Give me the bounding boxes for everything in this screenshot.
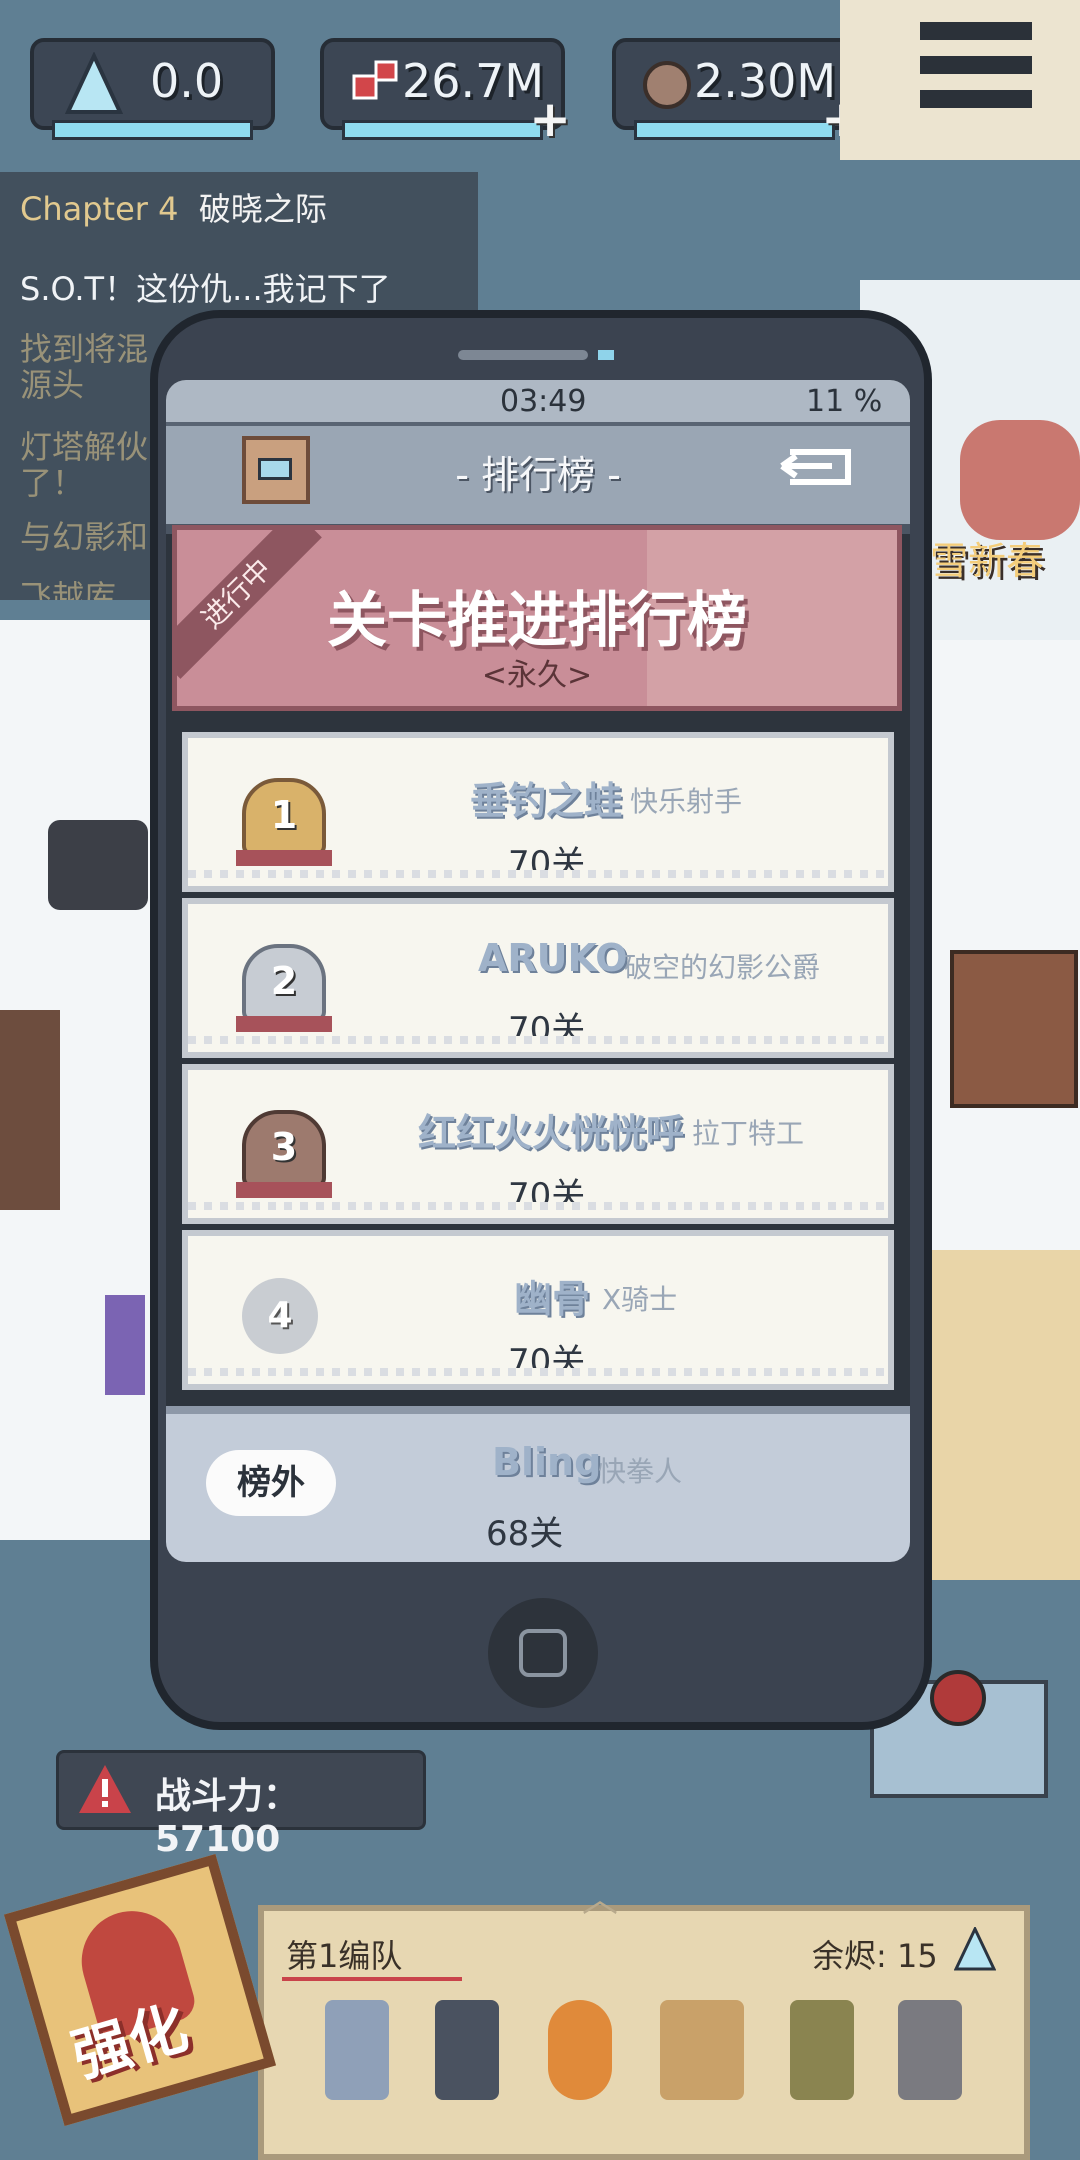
vending-building[interactable] xyxy=(950,950,1078,1108)
ore-counter[interactable]: 2.30M + xyxy=(612,38,863,148)
player-title: 快乐射手 xyxy=(630,785,743,818)
rank-number: 2 xyxy=(270,959,298,1003)
back-arrow-icon xyxy=(780,449,851,485)
back-button[interactable] xyxy=(778,444,860,490)
leaderboard-titlebar: - 排行榜 - xyxy=(166,422,910,534)
home-button[interactable] xyxy=(488,1598,598,1708)
warning-icon xyxy=(79,1765,131,1813)
quest-line-5: 了！ xyxy=(20,464,85,502)
player-name: 红红火火恍恍呼 xyxy=(418,1111,685,1155)
unranked-badge: 榜外 xyxy=(206,1450,336,1516)
add-parts-icon[interactable]: + xyxy=(529,90,571,148)
rank-number: 3 xyxy=(270,1125,298,1169)
ember-bar xyxy=(52,120,253,140)
parts-icon xyxy=(352,60,398,100)
team-member-5[interactable] xyxy=(790,2000,854,2100)
rank-badge-icon: 4 xyxy=(242,1278,318,1354)
status-battery: 11 % xyxy=(806,384,883,419)
parts-counter[interactable]: 26.7M + xyxy=(320,38,571,148)
ore-value: 2.30M xyxy=(694,54,837,108)
phone-camera xyxy=(598,350,614,360)
gold-medal-icon: 1 xyxy=(236,778,332,866)
quest-line-7: 飞越库 xyxy=(20,578,117,600)
expand-chevron-icon[interactable]: ︿ xyxy=(560,1870,640,1920)
player-name: 垂钓之蛙 xyxy=(470,779,623,823)
self-rank-row[interactable]: 榜外 Bling 快拳人 68关 xyxy=(166,1406,910,1562)
leaderboard-banner: 进行中 关卡推进排行榜 <永久> xyxy=(172,525,902,711)
quest-line-3: 源头 xyxy=(20,366,85,404)
quest-line-1: S.O.T！这份仇...我记下了 xyxy=(20,270,391,308)
player-name: ARUKO xyxy=(478,936,628,980)
chapter-number: Chapter 4 xyxy=(20,190,179,228)
banner-subtitle: <永久> xyxy=(481,658,593,693)
parts-value: 26.7M xyxy=(402,54,545,108)
player-level: 68关 xyxy=(486,1514,564,1554)
phone-speaker xyxy=(458,350,588,360)
combat-power-label: 战斗力：57100 xyxy=(155,1776,300,1860)
team-member-1[interactable] xyxy=(325,2000,389,2100)
rank-number: 4 xyxy=(267,1295,293,1336)
ember-count: 余烬: 15 xyxy=(812,1937,938,1975)
team-member-4[interactable] xyxy=(660,2000,744,2100)
phone-screen: 03:49 11 % - 排行榜 - 进行中 关卡推进排行榜 <永久> 1 垂钓… xyxy=(166,380,910,1562)
tower-building xyxy=(0,1010,60,1210)
chapter-heading: Chapter 4 破晓之际 xyxy=(20,184,327,230)
ember-counter: 0.0 xyxy=(30,38,275,140)
ore-icon xyxy=(643,61,691,109)
team-member-6[interactable] xyxy=(898,2000,962,2100)
rank-number: 1 xyxy=(270,793,298,837)
ember-crystal-icon xyxy=(954,1927,996,1971)
player-title: 拉丁特工 xyxy=(692,1117,805,1150)
combat-power-bar: 战斗力：57100 xyxy=(56,1750,426,1860)
menu-icon xyxy=(920,22,1032,40)
ore-bar xyxy=(634,120,835,140)
rank-row-3[interactable]: 3 红红火火恍恍呼 拉丁特工 70关 xyxy=(182,1064,894,1224)
player-name: Bling xyxy=(492,1440,602,1484)
ember-crystal-icon xyxy=(64,52,124,114)
quest-line-6: 与幻影和 xyxy=(20,518,149,556)
chapter-name: 破晓之际 xyxy=(198,190,327,228)
rank-row-1[interactable]: 1 垂钓之蛙 快乐射手 70关 xyxy=(182,732,894,892)
player-title: X骑士 xyxy=(602,1283,678,1316)
rank-row-2[interactable]: 2 ARUKO 破空的幻影公爵 70关 xyxy=(182,898,894,1058)
player-title: 快拳人 xyxy=(598,1455,683,1488)
event-label[interactable]: 雪新春 xyxy=(930,530,1044,585)
purple-character[interactable] xyxy=(105,1295,145,1395)
status-bar: 03:49 11 % xyxy=(166,380,910,422)
portal-device[interactable] xyxy=(48,820,148,910)
location-marker-icon xyxy=(930,1670,986,1726)
silver-medal-icon: 2 xyxy=(236,944,332,1032)
owl-mascot[interactable] xyxy=(960,420,1080,540)
team-member-2[interactable] xyxy=(435,2000,499,2100)
parts-bar xyxy=(342,120,543,140)
player-name: 幽骨 xyxy=(514,1277,591,1321)
bronze-medal-icon: 3 xyxy=(236,1110,332,1198)
team-member-3[interactable] xyxy=(548,2000,612,2100)
banner-title: 关卡推进排行榜 xyxy=(327,586,747,656)
ember-value: 0.0 xyxy=(150,54,224,108)
home-square-icon xyxy=(519,1629,567,1677)
menu-button[interactable] xyxy=(920,22,1032,108)
player-title: 破空的幻影公爵 xyxy=(624,951,821,984)
enhance-label: 强化 xyxy=(64,1993,196,2091)
status-time: 03:49 xyxy=(500,384,587,419)
team-name: 第1编队 xyxy=(286,1937,403,1975)
rank-row-4[interactable]: 4 幽骨 X骑士 70关 xyxy=(182,1230,894,1390)
